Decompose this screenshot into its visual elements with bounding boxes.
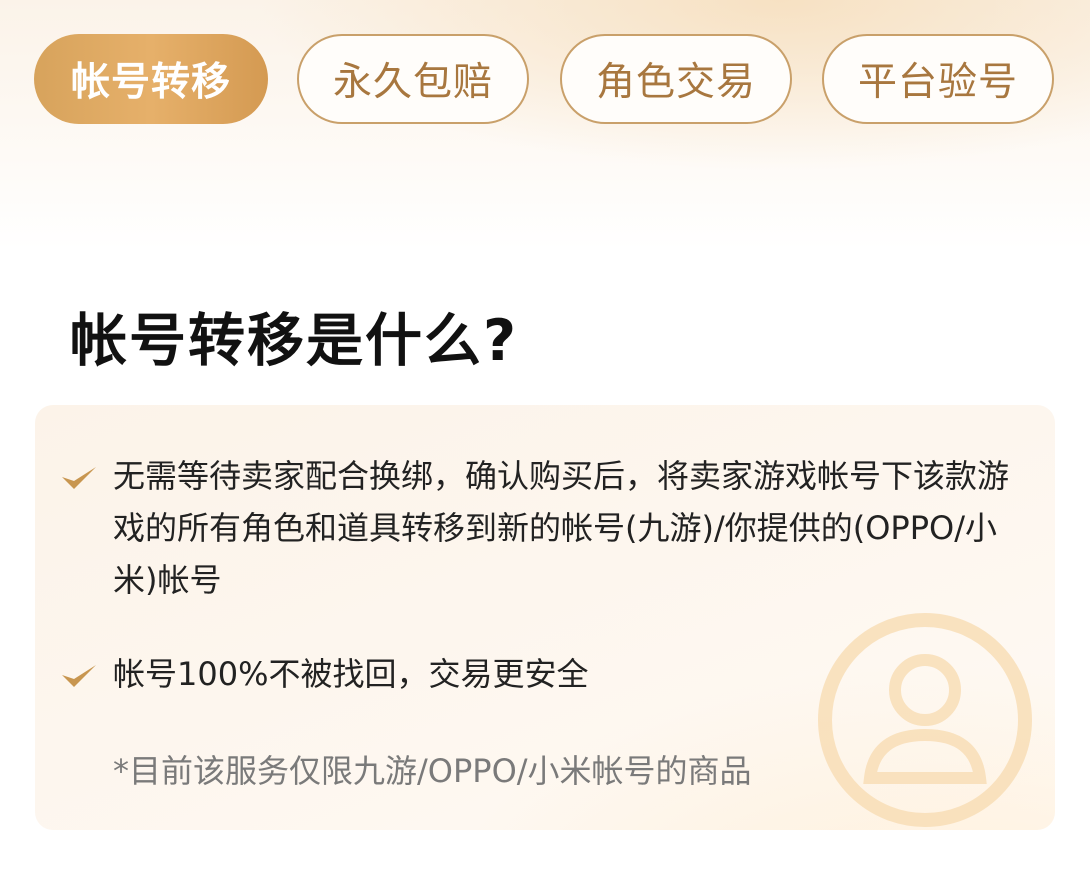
check-icon xyxy=(62,467,96,489)
tab-role-trading[interactable]: 角色交易 xyxy=(560,34,792,124)
tab-account-transfer[interactable]: 帐号转移 xyxy=(34,34,268,124)
tab-label: 角色交易 xyxy=(595,60,756,105)
page-title: 帐号转移是什么? xyxy=(70,308,519,374)
service-note: *目前该服务仅限九游/OPPO/小米帐号的商品 xyxy=(113,752,752,790)
tab-permanent-compensation[interactable]: 永久包赔 xyxy=(297,34,529,124)
tab-platform-verification[interactable]: 平台验号 xyxy=(822,34,1054,124)
list-item-text: 无需等待卖家配合换绑，确认购买后，将卖家游戏帐号下该款游戏的所有角色和道具转移到… xyxy=(113,457,1010,599)
check-icon xyxy=(62,665,96,687)
info-card: 无需等待卖家配合换绑，确认购买后，将卖家游戏帐号下该款游戏的所有角色和道具转移到… xyxy=(35,405,1055,830)
service-tabs: 帐号转移 永久包赔 角色交易 平台验号 xyxy=(0,0,1090,160)
tab-label: 帐号转移 xyxy=(70,60,231,105)
list-item-text: 帐号100%不被找回，交易更安全 xyxy=(113,655,589,693)
tab-label: 平台验号 xyxy=(857,60,1018,105)
tab-label: 永久包赔 xyxy=(332,60,493,105)
user-shield-watermark-icon xyxy=(818,613,1032,827)
